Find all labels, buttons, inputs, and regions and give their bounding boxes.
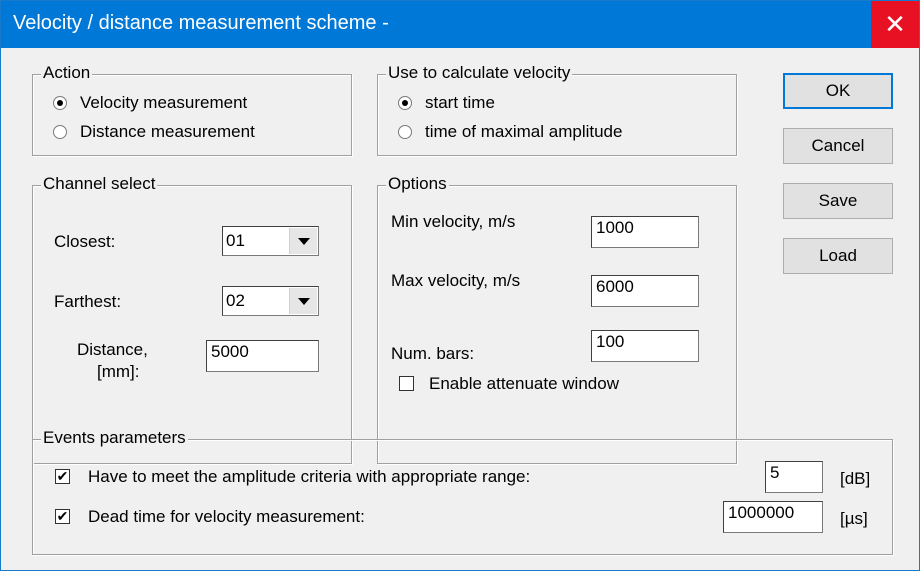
checkmark-icon: ✔ (56, 508, 69, 524)
load-button[interactable]: Load (783, 238, 893, 274)
chevron-down-icon[interactable] (289, 288, 317, 314)
ok-button[interactable]: OK (783, 73, 893, 109)
amplitude-criteria-label[interactable]: Have to meet the amplitude criteria with… (88, 467, 530, 487)
events-parameters-legend: Events parameters (41, 428, 188, 448)
distance-label: Distance, (77, 340, 148, 359)
action-group: Action Velocity measurement Distance mea… (32, 63, 352, 156)
dead-time-input[interactable]: 1000000 (723, 501, 823, 533)
min-velocity-input[interactable]: 1000 (591, 216, 699, 248)
num-bars-label: Num. bars: (391, 344, 475, 363)
start-time-radio[interactable] (398, 96, 412, 110)
max-velocity-label: Max velocity, m/s (391, 271, 521, 290)
start-time-label[interactable]: start time (425, 93, 495, 113)
farthest-channel-value: 02 (226, 291, 245, 310)
options-legend: Options (386, 174, 449, 194)
window-title: Velocity / distance measurement scheme - (13, 12, 389, 34)
distance-measurement-radio[interactable] (53, 125, 67, 139)
distance-measurement-label[interactable]: Distance measurement (80, 122, 255, 142)
closest-channel-select[interactable]: 01 (222, 226, 319, 256)
max-velocity-input[interactable]: 6000 (591, 275, 699, 307)
chevron-down-icon[interactable] (289, 228, 317, 254)
min-velocity-label: Min velocity, m/s (391, 212, 516, 231)
dead-time-unit-label: [µs] (840, 509, 868, 528)
channel-select-group: Channel select Closest: 01 Farthest: 02 … (32, 174, 352, 464)
dialog-content: Action Velocity measurement Distance mea… (1, 48, 919, 570)
distance-input[interactable]: 5000 (206, 340, 319, 372)
amplitude-range-input[interactable]: 5 (765, 461, 823, 493)
velocity-measurement-radio[interactable] (53, 96, 67, 110)
velocity-measurement-label[interactable]: Velocity measurement (80, 93, 247, 113)
distance-unit-label: [mm]: (97, 362, 140, 381)
amplitude-unit-label: [dB] (840, 469, 871, 488)
closest-channel-value: 01 (226, 231, 245, 250)
dialog-window: Velocity / distance measurement scheme -… (0, 0, 920, 571)
channel-select-legend: Channel select (41, 174, 158, 194)
farthest-channel-select[interactable]: 02 (222, 286, 319, 316)
max-amplitude-time-label[interactable]: time of maximal amplitude (425, 122, 622, 142)
calc-velocity-legend: Use to calculate velocity (386, 63, 573, 83)
events-parameters-group: Events parameters ✔ Have to meet the amp… (32, 428, 893, 555)
cancel-button[interactable]: Cancel (783, 128, 893, 164)
calc-velocity-group: Use to calculate velocity start time tim… (377, 63, 737, 156)
close-button[interactable]: ✕ (871, 1, 919, 48)
attenuate-window-checkbox[interactable] (399, 376, 414, 391)
closest-label: Closest: (54, 232, 116, 251)
dead-time-checkbox[interactable]: ✔ (55, 509, 70, 524)
farthest-label: Farthest: (54, 292, 122, 311)
num-bars-input[interactable]: 100 (591, 330, 699, 362)
action-legend: Action (41, 63, 93, 83)
options-group: Options Min velocity, m/s 1000 Max veloc… (377, 174, 737, 464)
attenuate-window-label[interactable]: Enable attenuate window (429, 374, 619, 394)
checkmark-icon: ✔ (56, 468, 69, 484)
close-icon: ✕ (884, 9, 906, 39)
save-button[interactable]: Save (783, 183, 893, 219)
title-bar[interactable]: Velocity / distance measurement scheme -… (1, 1, 919, 48)
dead-time-label[interactable]: Dead time for velocity measurement: (88, 507, 365, 527)
amplitude-criteria-checkbox[interactable]: ✔ (55, 469, 70, 484)
max-amplitude-time-radio[interactable] (398, 125, 412, 139)
